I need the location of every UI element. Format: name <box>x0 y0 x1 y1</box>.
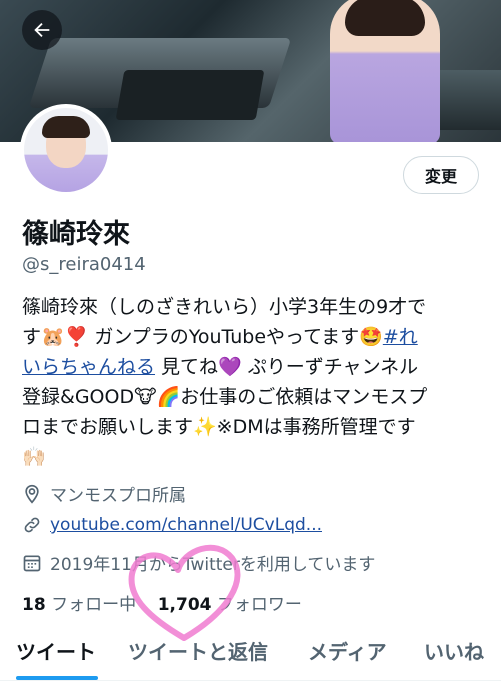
location-text: マンモスプロ所属 <box>50 486 186 506</box>
hashtag-link[interactable]: #れ <box>383 326 418 348</box>
hashtag-link-cont[interactable]: いらちゃんねる <box>22 356 155 378</box>
bio-line: す🐹❣️ ガンプラのYouTubeやってます🤩#れ <box>22 322 484 352</box>
bio-line: ロまでお願いします✨※DMは事務所管理です <box>22 416 416 438</box>
edit-profile-button[interactable]: 変更 <box>403 156 479 194</box>
profile-name: 篠崎玲來 <box>22 219 130 250</box>
profile-url[interactable]: youtube.com/channel/UCvLqd... <box>22 515 322 535</box>
tab-likes[interactable]: いいね <box>424 628 484 665</box>
bio-text: 見てね💜 ぷりーずチャンネル <box>155 356 419 378</box>
bio-text: す🐹❣️ ガンプラのYouTubeやってます🤩 <box>22 326 383 348</box>
avatar[interactable] <box>20 104 112 196</box>
following-count: 18 <box>22 595 46 615</box>
bio-line: 篠崎玲來（しのざきれいら）小学3年生の9才で <box>22 296 427 318</box>
location-pin-icon <box>22 484 42 504</box>
banner-robot-shape <box>115 70 265 120</box>
tab-tweets[interactable]: ツイート <box>16 628 96 665</box>
avatar-photo <box>24 108 108 192</box>
bio-line: 登録&GOOD🐮🌈お仕事のご依頼はマンモスプ <box>22 386 428 408</box>
tab-media[interactable]: メディア <box>308 628 387 665</box>
profile-handle: @s_reira0414 <box>22 254 146 275</box>
link-icon <box>22 515 42 535</box>
bio-line: 🙌🏻 <box>22 446 46 468</box>
tab-tweets-and-replies[interactable]: ツイートと返信 <box>128 628 268 665</box>
profile-location: マンモスプロ所属 <box>22 481 186 506</box>
profile-tabs: ツイート ツイートと返信 メディア いいね <box>0 628 501 681</box>
url-text[interactable]: youtube.com/channel/UCvLqd... <box>50 515 322 535</box>
back-button[interactable] <box>22 10 62 50</box>
profile-bio: 篠崎玲來（しのざきれいら）小学3年生の9才で す🐹❣️ ガンプラのYouTube… <box>22 292 484 472</box>
active-tab-indicator <box>16 676 98 680</box>
bio-line: いらちゃんねる 見てね💜 ぷりーずチャンネル <box>22 352 484 382</box>
following-link[interactable]: 18 フォロー中 <box>22 595 136 615</box>
calendar-icon <box>22 553 42 573</box>
banner-person-hair <box>345 0 425 36</box>
avatar-hair <box>42 116 90 138</box>
arrow-left-icon <box>34 22 50 38</box>
